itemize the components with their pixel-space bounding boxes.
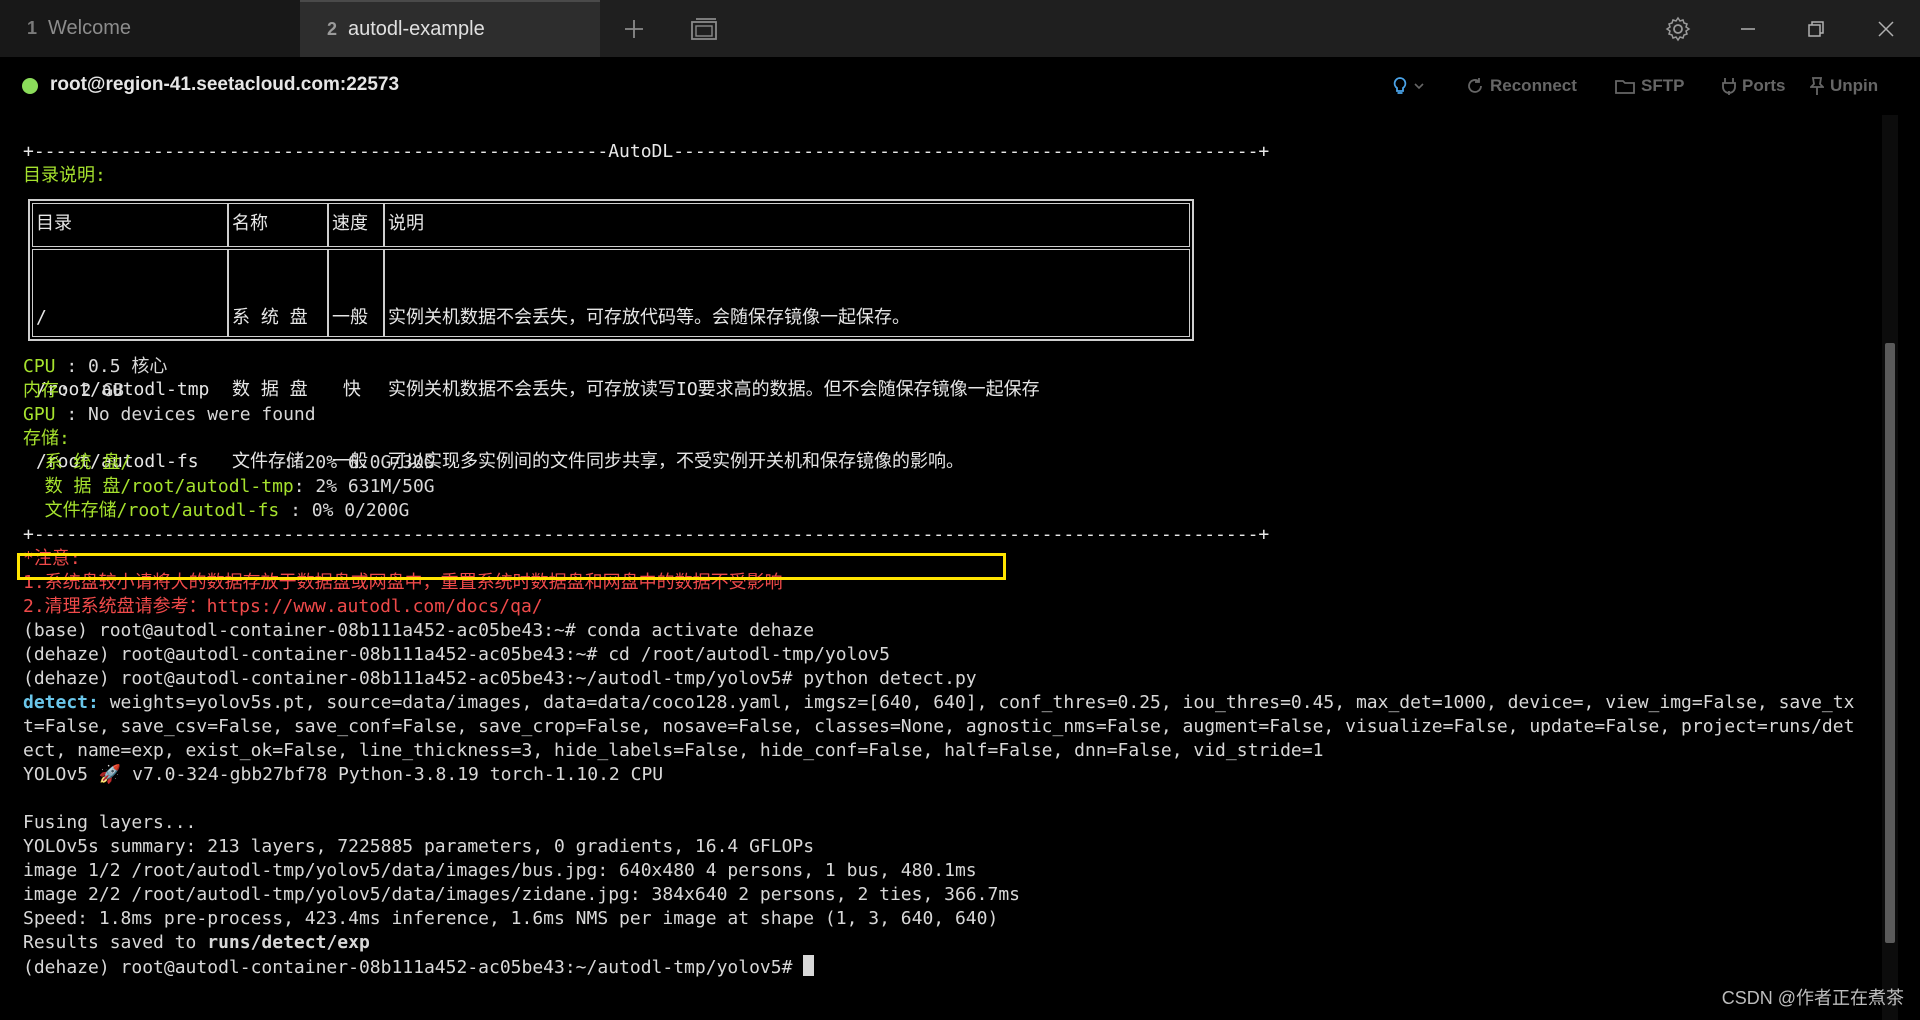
chevron-down-icon	[1414, 83, 1424, 90]
banner-border-top: +---------------------------------------…	[23, 141, 1270, 162]
storage-value: : 0% 0/200G	[290, 500, 410, 521]
cpu-line: CPU : 0.5 核心	[23, 355, 167, 379]
memory-value: : 2 GB	[59, 380, 125, 401]
directory-table: 目录 名称 速度 说明 / /root/autodl-tmp /root/aut…	[28, 199, 1194, 472]
plus-icon[interactable]	[606, 0, 662, 57]
detect-args-line: t=False, save_csv=False, save_conf=False…	[23, 716, 1855, 737]
reconnect-button[interactable]: Reconnect	[1466, 74, 1577, 98]
tab-label: autodl-example	[348, 18, 485, 40]
close-icon[interactable]	[1858, 0, 1914, 57]
output-line: image 2/2 /root/autodl-tmp/yolov5/data/i…	[23, 884, 1020, 905]
unpin-button[interactable]: Unpin	[1810, 74, 1878, 98]
watermark: CSDN @作者正在煮茶	[1721, 988, 1904, 1008]
window-icon[interactable]	[676, 0, 732, 57]
command-line: (base) root@autodl-container-08b111a452-…	[23, 620, 815, 641]
cpu-label: CPU	[23, 356, 56, 377]
storage-line: 系 统 盘/ : 20% 6.0G/30G	[23, 451, 435, 475]
output-line: Speed: 1.8ms pre-process, 423.4ms infere…	[23, 908, 999, 929]
detect-label: detect:	[23, 692, 99, 713]
table-row-desc: 实例关机数据不会丢失，可存放代码等。会随保存镜像一起保存。	[388, 307, 910, 328]
table-header: 名称	[228, 203, 328, 247]
sftp-button[interactable]: SFTP	[1615, 74, 1684, 98]
tab-number: 1	[27, 18, 38, 38]
tab-bar: 1 Welcome 2 autodl-example	[0, 0, 1920, 57]
plug-icon	[1722, 78, 1736, 95]
detect-args-line: ect, name=exp, exist_ok=False, line_thic…	[23, 740, 1324, 761]
table-cell-dir: / /root/autodl-tmp /root/autodl-fs	[32, 249, 228, 472]
storage-line: 数 据 盘/root/autodl-tmp: 2% 631M/50G	[23, 475, 435, 499]
table-cell-desc: 实例关机数据不会丢失，可存放代码等。会随保存镜像一起保存。 实例关机数据不会丢失…	[384, 249, 1190, 472]
gpu-label: GPU	[23, 404, 56, 425]
storage-label: 存储:	[23, 428, 70, 449]
connection-status-icon	[22, 78, 38, 94]
gpu-line: GPU : No devices were found	[23, 403, 316, 427]
cpu-value: : 0.5 核心	[55, 356, 168, 377]
storage-name: 数 据 盘/root/autodl-tmp	[23, 476, 294, 497]
terminal-cursor	[803, 955, 815, 976]
reconnect-icon	[1468, 78, 1482, 93]
command-line: (dehaze) root@autodl-container-08b111a45…	[23, 644, 890, 665]
table-row-speed: 快	[332, 379, 372, 400]
table-row-desc: 实例关机数据不会丢失，可存放读写IO要求高的数据。但不会随保存镜像一起保存	[388, 379, 1040, 400]
output-line: Fusing layers...	[23, 812, 197, 833]
gear-icon[interactable]	[1650, 0, 1706, 57]
prompt-line[interactable]: (dehaze) root@autodl-container-08b111a45…	[23, 955, 815, 979]
notice-line: 2.清理系统盘请参考：https://www.autodl.com/docs/q…	[23, 596, 543, 617]
folder-icon	[1615, 80, 1635, 94]
connection-host: root@region-41.seetacloud.com:22573	[50, 74, 400, 95]
ports-label: Ports	[1742, 76, 1786, 95]
gpu-value: : No devices were found	[55, 404, 316, 425]
table-row-name: 数 据 盘	[232, 379, 308, 400]
memory-label: 内存	[23, 380, 59, 401]
tab-autodl-example[interactable]: 2 autodl-example	[300, 0, 600, 57]
minimize-icon[interactable]	[1720, 0, 1776, 57]
unpin-label: Unpin	[1830, 76, 1879, 95]
tab-label: Welcome	[48, 17, 131, 39]
storage-name: 系 统 盘/	[23, 452, 283, 473]
table-header: 速度	[328, 203, 384, 247]
terminal-scrollbar[interactable]	[1882, 115, 1898, 1020]
results-prefix: Results saved to	[23, 932, 208, 953]
yolo-version-line: YOLOv5 🚀 v7.0-324-gbb27bf78 Python-3.8.1…	[23, 764, 664, 785]
command-highlight-box	[17, 553, 1006, 580]
storage-line: 文件存储/root/autodl-fs : 0% 0/200G	[23, 499, 410, 523]
table-row-speed: 一般	[332, 307, 368, 328]
tab-number: 2	[327, 19, 338, 39]
table-row-desc: 可以实现多实例间的文件同步共享，不受实例开关机和保存镜像的影响。	[388, 451, 964, 472]
command-line-highlighted: (dehaze) root@autodl-container-08b111a45…	[23, 668, 977, 689]
banner-border-bottom: +---------------------------------------…	[23, 524, 1270, 545]
prompt-text: (dehaze) root@autodl-container-08b111a45…	[23, 957, 804, 978]
storage-name: 文件存储/root/autodl-fs	[23, 500, 291, 521]
scrollbar-thumb[interactable]	[1885, 343, 1895, 943]
connection-bar: root@region-41.seetacloud.com:22573 Reco…	[0, 57, 1920, 115]
table-header: 目录	[32, 203, 228, 247]
lightbulb-menu-button[interactable]	[1392, 74, 1424, 98]
pin-icon	[1810, 77, 1824, 95]
table-row-name: 系 统 盘	[232, 307, 308, 328]
table-row-dir: /	[36, 307, 47, 328]
sftp-label: SFTP	[1641, 76, 1685, 95]
lightbulb-icon	[1393, 77, 1407, 94]
table-cell-name: 系 统 盘 数 据 盘 文件存储	[228, 249, 328, 472]
table-header: 说明	[384, 203, 1190, 247]
restore-icon[interactable]	[1788, 0, 1844, 57]
detect-args: weights=yolov5s.pt, source=data/images, …	[98, 692, 1855, 713]
table-cell-speed: 一般 快 一般	[328, 249, 384, 472]
detect-args-line: detect: weights=yolov5s.pt, source=data/…	[23, 691, 1854, 715]
ports-button[interactable]: Ports	[1722, 74, 1785, 98]
results-path: runs/detect/exp	[207, 932, 370, 953]
output-line: image 1/2 /root/autodl-tmp/yolov5/data/i…	[23, 860, 977, 881]
tab-welcome[interactable]: 1 Welcome	[0, 0, 300, 57]
results-line: Results saved to runs/detect/exp	[23, 931, 370, 955]
storage-value: : 2% 631M/50G	[293, 476, 435, 497]
reconnect-label: Reconnect	[1490, 76, 1577, 95]
output-line: YOLOv5s summary: 213 layers, 7225885 par…	[23, 836, 815, 857]
dir-title: 目录说明:	[23, 165, 106, 186]
memory-line: 内存: 2 GB	[23, 379, 124, 403]
storage-value: : 20% 6.0G/30G	[282, 452, 435, 473]
